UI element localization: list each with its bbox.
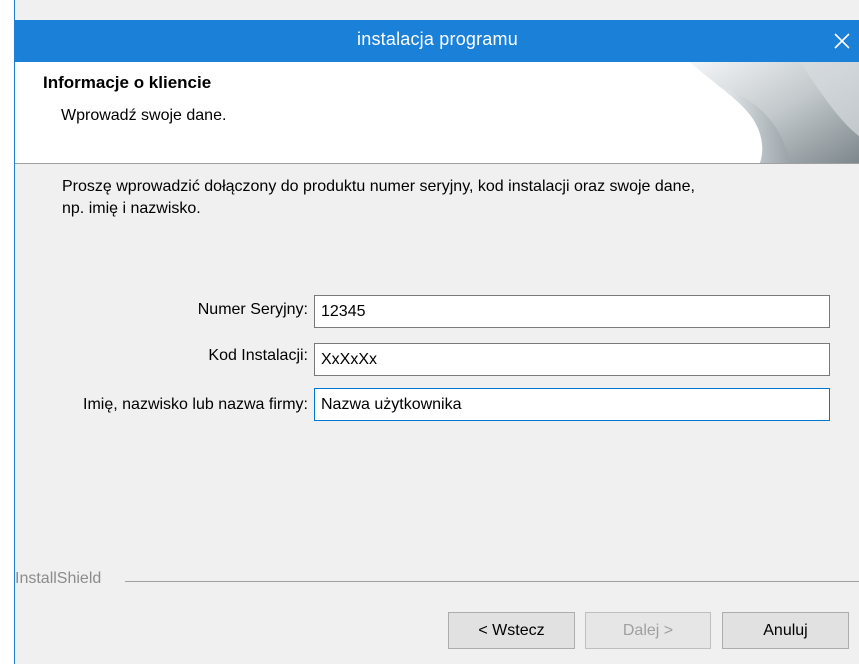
close-button[interactable] [824, 20, 859, 62]
installer-window: instalacja programu Informacje o klienci… [14, 0, 859, 664]
name-label: Imię, nazwisko lub nazwa firmy: [83, 396, 308, 413]
back-button[interactable]: < Wstecz [448, 612, 575, 649]
next-button[interactable]: Dalej > [585, 612, 711, 649]
serial-number-label: Numer Seryjny: [197, 301, 308, 318]
intro-line-1: Proszę wprowadzić dołączony do produktu … [62, 178, 695, 195]
close-icon [834, 33, 850, 49]
name-input[interactable] [314, 388, 830, 421]
header-subtitle: Wprowadź swoje dane. [61, 107, 227, 124]
install-code-input[interactable] [314, 343, 830, 376]
window-title: instalacja programu [357, 29, 518, 49]
title-bar[interactable]: instalacja programu [15, 20, 859, 62]
installshield-brand: InstallShield [15, 570, 102, 587]
header-title: Informacje o kliencie [43, 73, 212, 92]
intro-text: Proszę wprowadzić dołączony do produktu … [62, 176, 822, 220]
intro-line-2: np. imię i nazwisko. [62, 200, 201, 217]
page-curl-graphic [690, 62, 859, 163]
footer-divider [125, 581, 859, 582]
serial-number-input[interactable] [314, 295, 830, 328]
cancel-button[interactable]: Anuluj [722, 612, 849, 649]
wizard-header: Informacje o kliencie Wprowadź swoje dan… [15, 62, 859, 164]
install-code-label: Kod Instalacji: [208, 347, 308, 364]
